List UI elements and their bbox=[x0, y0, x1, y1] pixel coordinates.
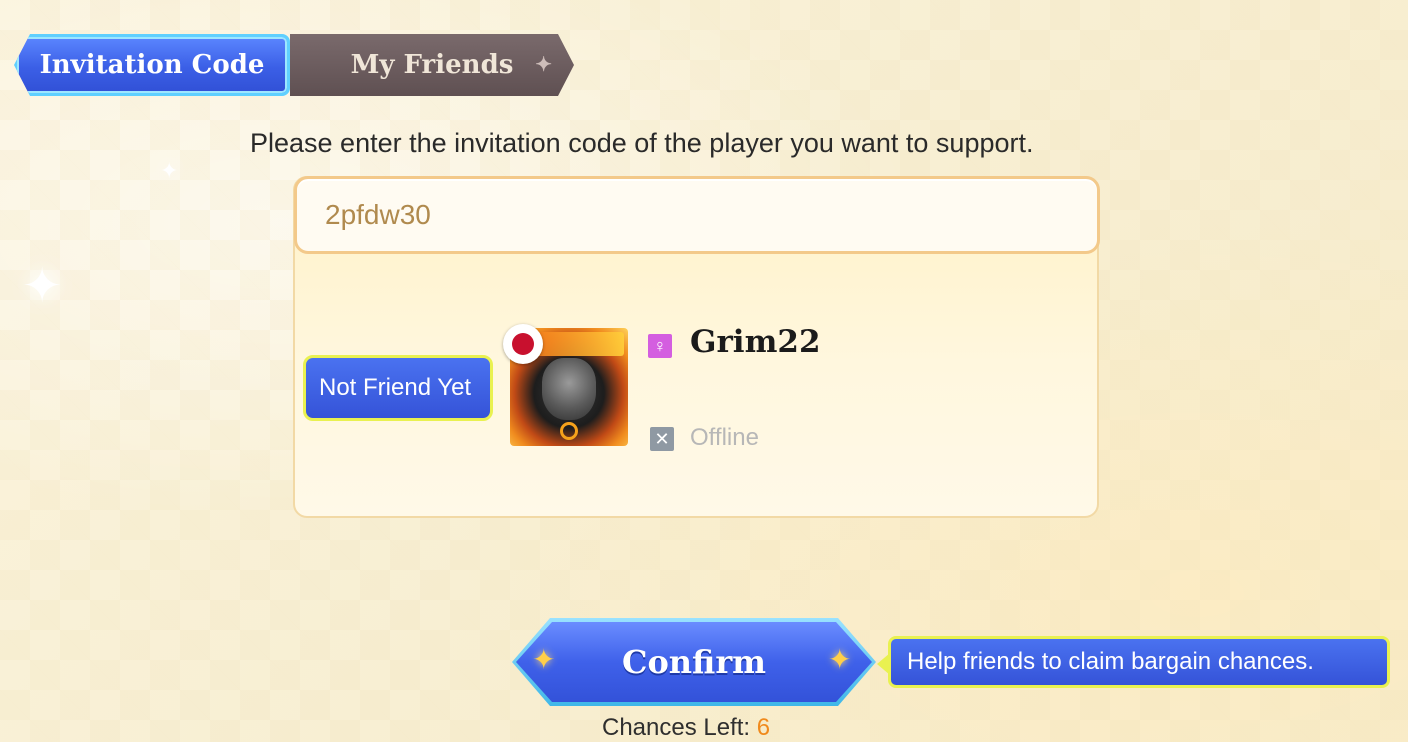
swirl-icon bbox=[560, 422, 578, 440]
female-icon: ♀ bbox=[648, 334, 672, 358]
chances-left-value: 6 bbox=[756, 714, 771, 741]
player-status: Offline bbox=[690, 424, 759, 451]
instruction-text: Please enter the invitation code of the … bbox=[250, 128, 1034, 158]
avatar-portrait bbox=[542, 358, 596, 420]
tab-my-friends[interactable]: My Friends ✦ bbox=[290, 34, 574, 96]
sparkle-icon: ✦ bbox=[532, 644, 556, 675]
tab-my-friends-label: My Friends bbox=[350, 50, 514, 80]
avatar-frame-banner bbox=[530, 332, 624, 356]
friend-status-label: Not Friend Yet bbox=[319, 374, 472, 401]
chances-left-label: Chances Left: bbox=[602, 714, 751, 741]
sparkle-icon: ✦ bbox=[22, 260, 63, 313]
sparkle-icon: ✦ bbox=[828, 644, 852, 675]
help-tooltip-text: Help friends to claim bargain chances. bbox=[907, 648, 1314, 675]
help-tooltip: Help friends to claim bargain chances. bbox=[877, 636, 1390, 688]
japan-flag-icon bbox=[503, 324, 543, 364]
chances-left: Chances Left: 6 bbox=[602, 714, 770, 742]
offline-icon: ✕ bbox=[650, 427, 674, 451]
player-name: Grim22 bbox=[690, 324, 821, 360]
confirm-button[interactable]: Confirm bbox=[516, 622, 872, 702]
sparkle-icon: ✦ bbox=[160, 158, 179, 183]
tab-invitation-code-label: Invitation Code bbox=[39, 50, 265, 80]
tab-invitation-code[interactable]: Invitation Code bbox=[14, 34, 290, 96]
confirm-button-label: Confirm bbox=[621, 643, 767, 681]
star-icon: ✦ bbox=[535, 52, 552, 76]
invitation-code-input[interactable]: 2pfdw30 bbox=[294, 176, 1100, 254]
friend-status-badge: Not Friend Yet bbox=[303, 355, 493, 421]
